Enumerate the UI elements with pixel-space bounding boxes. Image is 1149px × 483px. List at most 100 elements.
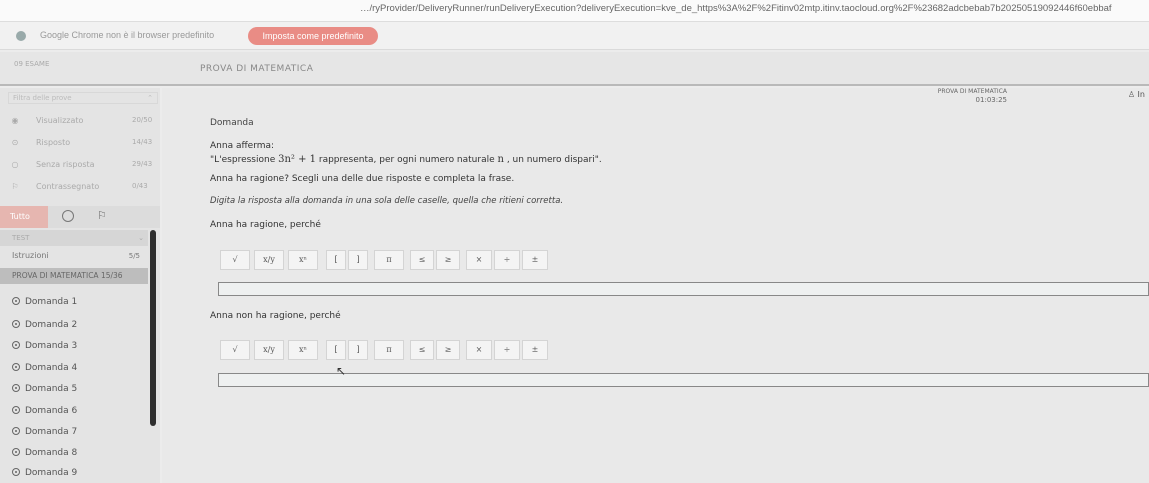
leq-button[interactable]: ≤ <box>410 340 434 360</box>
stat-label: Contrassegnato <box>36 182 100 191</box>
question-item-7[interactable]: Domanda 7 <box>12 424 148 440</box>
answered-icon <box>12 448 20 456</box>
stat-label: Risposto <box>36 138 71 147</box>
exam-title: PROVA DI MATEMATICA <box>200 64 314 74</box>
divide-button[interactable]: ÷ <box>494 340 520 360</box>
flag-icon: ⚐ <box>11 182 19 191</box>
statement-math: 3n² + 1 <box>278 154 317 165</box>
stat-count: 14/43 <box>132 138 153 146</box>
answered-icon <box>12 363 20 371</box>
statement-pre: "L'espressione <box>210 155 279 165</box>
address-bar[interactable]: …/ryProvider/DeliveryRunner/runDeliveryE… <box>0 0 1149 22</box>
bracket-open-button[interactable]: [ <box>326 250 346 270</box>
divide-button[interactable]: ÷ <box>494 250 520 270</box>
url-text: …/ryProvider/DeliveryRunner/runDeliveryE… <box>360 3 1112 14</box>
answered-icon <box>12 384 20 392</box>
test-header-label: TEST <box>12 234 30 242</box>
user-menu[interactable]: ♙ In <box>1128 90 1145 99</box>
question-item-1[interactable]: Domanda 1 <box>12 294 148 310</box>
test-header[interactable]: TEST ⌄ <box>0 230 148 246</box>
answered-icon <box>12 341 20 349</box>
geq-button[interactable]: ≥ <box>436 340 460 360</box>
bracket-close-button[interactable]: ] <box>348 340 368 360</box>
question-item-3[interactable]: Domanda 3 <box>12 338 148 354</box>
set-default-button[interactable]: Imposta come predefinito <box>248 27 378 45</box>
filter-flagged-tab[interactable]: ⚐ <box>97 209 107 222</box>
main-area: PROVA DI MATEMATICA 01:03:25 ♙ In Domand… <box>162 88 1149 483</box>
question-label: Domanda 3 <box>25 341 78 351</box>
times-button[interactable]: × <box>466 250 492 270</box>
fraction-button[interactable]: x/y <box>254 340 284 360</box>
instructions-count: 5/5 <box>128 252 140 260</box>
stat-answered[interactable]: ⊙ Risposto 14/43 <box>8 138 158 152</box>
plusminus-button[interactable]: ± <box>522 340 548 360</box>
sidebar-scrollbar[interactable] <box>150 230 156 426</box>
bracket-open-button[interactable]: [ <box>326 340 346 360</box>
stat-flagged[interactable]: ⚐ Contrassegnato 0/43 <box>8 182 158 196</box>
leq-button[interactable]: ≤ <box>410 250 434 270</box>
instructions-item[interactable]: Istruzioni 5/5 <box>0 248 148 264</box>
question-label: Domanda 2 <box>25 320 78 330</box>
answered-icon <box>12 468 20 476</box>
question-label: Domanda 6 <box>25 406 78 416</box>
circle-icon: ○ <box>11 160 19 169</box>
chevron-down-icon[interactable]: ⌃ <box>147 93 153 104</box>
question-label: Domanda 7 <box>25 427 78 437</box>
question-item-4[interactable]: Domanda 4 <box>12 360 148 376</box>
timer-label: PROVA DI MATEMATICA <box>937 88 1007 95</box>
sqrt-button[interactable]: √ <box>220 340 250 360</box>
infobar-message: Google Chrome non è il browser predefini… <box>40 30 215 40</box>
statement-post: , un numero dispari". <box>503 155 602 165</box>
section-item[interactable]: PROVA DI MATEMATICA 15/36 <box>0 268 148 284</box>
answered-icon <box>12 297 20 305</box>
timer-value: 01:03:25 <box>975 96 1007 104</box>
chevron-down-icon: ⌄ <box>138 234 144 242</box>
stat-count: 0/43 <box>132 182 148 190</box>
stat-label: Senza risposta <box>36 160 95 169</box>
filter-unanswered-tab[interactable] <box>62 210 74 222</box>
timer: PROVA DI MATEMATICA 01:03:25 <box>938 88 1007 104</box>
filter-all-tab[interactable]: Tutto <box>0 206 48 228</box>
stat-count: 20/50 <box>132 116 153 124</box>
question-item-9[interactable]: Domanda 9 <box>12 465 148 481</box>
question-intro: Anna afferma: <box>210 141 275 151</box>
mouse-cursor-icon: ↖ <box>336 364 347 378</box>
question-item-8[interactable]: Domanda 8 <box>12 445 148 461</box>
question-item-6[interactable]: Domanda 6 <box>12 403 148 419</box>
answered-icon <box>12 406 20 414</box>
geq-button[interactable]: ≥ <box>436 250 460 270</box>
stat-label: Visualizzato <box>36 116 84 125</box>
answer-2-input[interactable] <box>218 373 1149 387</box>
pi-button[interactable]: π <box>374 250 404 270</box>
question-instructions: Digita la risposta alla domanda in una s… <box>210 196 564 206</box>
question-label: Domanda 4 <box>25 363 78 373</box>
power-button[interactable]: xⁿ <box>288 250 318 270</box>
power-button[interactable]: xⁿ <box>288 340 318 360</box>
instructions-label: Istruzioni <box>12 251 49 260</box>
answer-1-prompt: Anna ha ragione, perché <box>210 220 321 230</box>
exam-header: 09 ESAME PROVA DI MATEMATICA <box>0 52 1149 86</box>
answered-icon <box>12 427 20 435</box>
filter-input[interactable]: Filtra delle prove ⌃ <box>8 92 158 104</box>
question-item-2[interactable]: Domanda 2 <box>12 317 148 333</box>
answer-1-input[interactable] <box>218 282 1149 296</box>
question-label: Domanda 8 <box>25 448 78 458</box>
eye-icon: ◉ <box>11 116 19 125</box>
filter-tabs: Tutto ⚐ <box>0 206 160 228</box>
question-label: Domanda <box>210 118 254 128</box>
sidebar: Filtra delle prove ⌃ ◉ Visualizzato 20/5… <box>0 88 160 483</box>
fraction-button[interactable]: x/y <box>254 250 284 270</box>
answer-2-prompt: Anna non ha ragione, perché <box>210 311 341 321</box>
stat-unanswered[interactable]: ○ Senza risposta 29/43 <box>8 160 158 174</box>
pi-button[interactable]: π <box>374 340 404 360</box>
plusminus-button[interactable]: ± <box>522 250 548 270</box>
question-label: Domanda 5 <box>25 384 78 394</box>
bracket-close-button[interactable]: ] <box>348 250 368 270</box>
question-statement: "L'espressione 3n² + 1 rappresenta, per … <box>210 154 602 165</box>
filter-placeholder: Filtra delle prove <box>13 94 72 102</box>
question-ask: Anna ha ragione? Scegli una delle due ri… <box>210 174 515 184</box>
sqrt-button[interactable]: √ <box>220 250 250 270</box>
times-button[interactable]: × <box>466 340 492 360</box>
question-item-5[interactable]: Domanda 5 <box>12 381 148 397</box>
stat-viewed[interactable]: ◉ Visualizzato 20/50 <box>8 116 158 130</box>
